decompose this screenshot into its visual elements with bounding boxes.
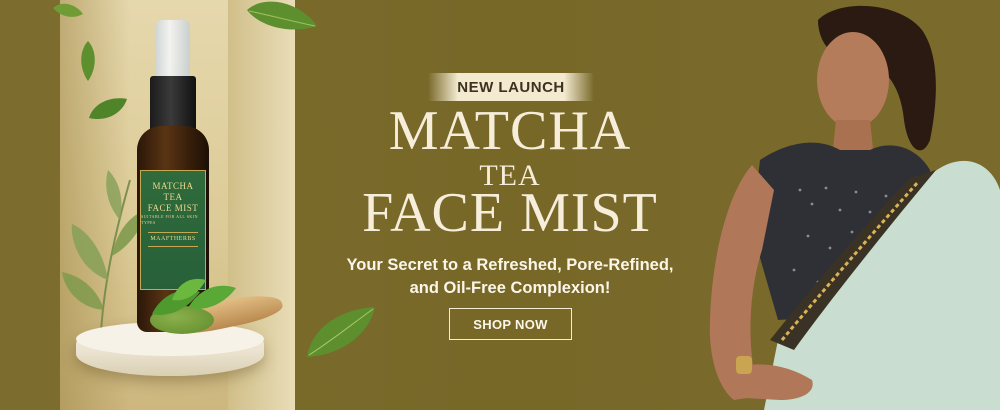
label-line3: FACE MIST — [147, 203, 199, 213]
new-launch-badge: NEW LAUNCH — [428, 73, 594, 101]
label-subline: SUITABLE FOR ALL SKIN TYPES — [141, 214, 199, 225]
label-line2: TEA — [163, 192, 183, 202]
tagline: Your Secret to a Refreshed, Pore-Refined… — [315, 254, 705, 300]
bottle-label: MATCHA TEA FACE MIST SUITABLE FOR ALL SK… — [140, 170, 206, 290]
tagline-line1: Your Secret to a Refreshed, Pore-Refined… — [346, 256, 674, 274]
leaf-icon — [307, 307, 375, 357]
title-face-mist: FACE MIST — [362, 182, 658, 244]
promo-banner[interactable]: MATCHA TEA FACE MIST SUITABLE FOR ALL SK… — [0, 0, 1000, 410]
label-line1: MATCHA — [152, 181, 194, 191]
bottle-cap — [156, 20, 190, 78]
shop-now-button[interactable]: SHOP NOW — [449, 308, 572, 340]
leaf-icon — [53, 3, 83, 17]
label-brand: MAAFTHERBS — [148, 232, 198, 247]
model-image — [709, 5, 1000, 410]
title-matcha: MATCHA — [388, 100, 632, 162]
leaf-icon — [81, 41, 95, 81]
tagline-line2: and Oil-Free Complexion! — [409, 279, 611, 297]
leaf-icon — [152, 278, 236, 315]
leaf-icon — [89, 98, 127, 120]
leaf-icon — [247, 1, 317, 30]
